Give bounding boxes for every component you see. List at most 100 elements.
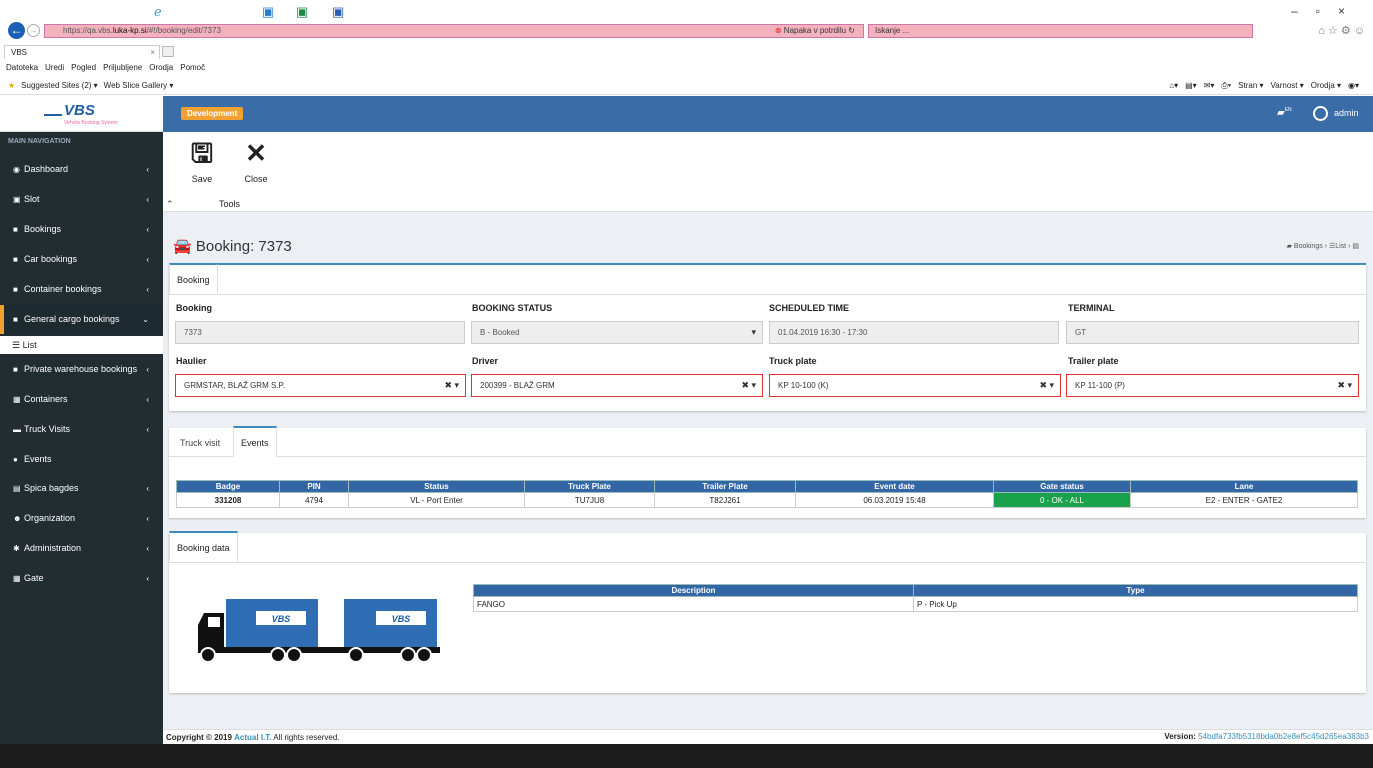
sidebar-item-containers[interactable]: ▦ Containers ‹ [0, 385, 163, 414]
forward-button[interactable]: → [27, 24, 40, 37]
menu-bar: Datoteka Uredi Pogled Priljubljene Orodja Pom… [0, 59, 1373, 77]
safety-menu[interactable]: Varnost ▾ [1271, 81, 1304, 90]
outlook-icon[interactable]: ▣ [262, 4, 274, 20]
feeds-icon[interactable]: ▤▾ [1185, 81, 1197, 90]
sidebar-item-private-warehouse-bookings[interactable]: ■ Private warehouse bookings ‹ [0, 355, 163, 384]
help-icon[interactable]: ◉▾ [1348, 81, 1359, 90]
menu-favorites[interactable]: Priljubljene [103, 63, 142, 72]
sidebar-item-events[interactable]: ● Events [0, 445, 163, 474]
word-icon[interactable]: ▣ [332, 4, 344, 20]
version-label: Version: [1164, 732, 1196, 741]
menu-help[interactable]: Pomoč [180, 63, 205, 72]
caret-down-icon: ▾ [751, 327, 756, 337]
menu-file[interactable]: Datoteka [6, 63, 38, 72]
sidebar-item-administration[interactable]: ✱ Administration ‹ [0, 534, 163, 563]
truck-plate-select[interactable]: KP 10-100 (K) ✖ ▾ [769, 374, 1061, 397]
windows-start-icon[interactable]: ⊞ [14, 4, 25, 20]
web-slice-gallery-link[interactable]: Web Slice Gallery ▾ [104, 81, 174, 90]
menu-view[interactable]: Pogled [71, 63, 96, 72]
sidebar-item-spica-bagdes[interactable]: ▤ Spica bagdes ‹ [0, 474, 163, 503]
tab-events[interactable]: Events [233, 426, 277, 457]
address-bar[interactable]: https://qa.vbs.luka-kp.si/#!/booking/edi… [44, 24, 864, 38]
sidebar-item-slot[interactable]: ▣ Slot ‹ [0, 185, 163, 214]
menu-edit[interactable]: Uredi [45, 63, 64, 72]
rights-text: All rights reserved. [273, 733, 340, 742]
page-menu[interactable]: Stran ▾ [1238, 81, 1263, 90]
column-header: Event date [795, 480, 994, 493]
clear-caret-icon[interactable]: ✖ ▾ [741, 375, 756, 396]
browser-home-star-gear-icons[interactable]: ⌂ ☆ ⚙ ☺ [1318, 24, 1365, 37]
sidebar-item-general-cargo-bookings[interactable]: ■ General cargo bookings ⌄ [0, 305, 163, 334]
table-row[interactable]: 331208 4794 VL - Port Enter TU7JU8 T82J2… [176, 492, 1358, 508]
excel-icon[interactable]: ▣ [296, 4, 308, 20]
taskbar-clock[interactable]: 12:59 16.04.2019 [1295, 2, 1335, 22]
back-button[interactable]: ← [8, 22, 25, 39]
sidebar-item-container-bookings[interactable]: ■ Container bookings ‹ [0, 275, 163, 304]
new-tab-button[interactable] [162, 46, 174, 57]
sidebar-subitem-list[interactable]: ☰ List [0, 336, 163, 354]
calculator-icon[interactable]: ▦ [224, 4, 236, 20]
file-explorer-icon[interactable]: ▇ [122, 4, 132, 20]
table-row[interactable]: FANGO P - Pick Up [473, 596, 1358, 612]
tools-menu[interactable]: Orodja ▾ [1311, 81, 1341, 90]
booking-status-select[interactable]: B - Booked ▾ [471, 321, 763, 344]
sidebar-item-car-bookings[interactable]: ■ Car bookings ‹ [0, 245, 163, 274]
clear-caret-icon[interactable]: ✖ ▾ [1039, 375, 1054, 396]
close-tab-icon[interactable]: × [150, 46, 155, 59]
sidebar-item-gate[interactable]: ▦ Gate ‹ [0, 564, 163, 593]
home-icon[interactable]: ⌂▾ [1169, 81, 1178, 90]
chevron-left-icon: ‹ [146, 395, 149, 404]
breadcrumb-bookings[interactable]: Bookings [1294, 243, 1323, 250]
app-logo[interactable]: VBS Vehicle Booking System [0, 96, 163, 132]
language-flag-icon[interactable]: ▰EN [1277, 107, 1292, 118]
sidebar-item-organization[interactable]: ☻ Organization ‹ [0, 504, 163, 533]
haulier-select[interactable]: GRMSTAR, BLAŽ GRM S.P. ✖ ▾ [175, 374, 466, 397]
user-menu[interactable]: admin [1313, 104, 1359, 122]
toolbar-group[interactable]: ⌃ Tools [163, 197, 1373, 212]
tab-booking-data[interactable]: Booking data [169, 531, 238, 562]
version-info: Version: 54bdfa733fb5318bda0b2e8ef5c45d2… [1164, 729, 1369, 744]
tab-truck-visit[interactable]: Truck visit [173, 428, 227, 459]
chevron-left-icon: ‹ [146, 225, 149, 234]
notifications-icon[interactable]: ▤ [1351, 4, 1363, 20]
suggested-sites-link[interactable]: Suggested Sites (2) ▾ [21, 81, 98, 90]
certificate-error[interactable]: ⊗ Napaka v potrdilu ↻ [775, 25, 855, 37]
clear-caret-icon[interactable]: ✖ ▾ [1337, 375, 1352, 396]
tab-booking[interactable]: Booking [169, 263, 218, 294]
print-icon[interactable]: ⎙▾ [1221, 81, 1231, 90]
chevron-up-icon[interactable]: ⌃ [166, 197, 174, 212]
clear-caret-icon[interactable]: ✖ ▾ [444, 375, 459, 396]
windows-taskbar [0, 744, 1373, 768]
system-tray-icons[interactable]: ᴿ ⌃ ▭ ◁× [1239, 5, 1283, 16]
edit-icon: ▤ [1352, 243, 1359, 250]
driver-select[interactable]: 200399 - BLAŽ GRM ✖ ▾ [471, 374, 763, 397]
browser-tab[interactable]: VBS × [4, 45, 160, 59]
users-icon: ☻ [13, 514, 22, 523]
mail-icon[interactable]: ✉▾ [1204, 81, 1215, 90]
save-button[interactable]: 🖫 Save [181, 138, 223, 184]
chevron-left-icon: ‹ [146, 165, 149, 174]
sidebar-item-bookings[interactable]: ■ Bookings ‹ [0, 215, 163, 244]
trailer-plate-select[interactable]: KP 11-100 (P) ✖ ▾ [1066, 374, 1359, 397]
task-view-icon[interactable]: ⧉ [84, 4, 93, 20]
truck-plate-label: Truck plate [769, 356, 817, 366]
calendar-check-icon: ▣ [13, 195, 21, 204]
breadcrumb-list[interactable]: List [1335, 243, 1346, 250]
cell-status: VL - Port Enter [348, 492, 525, 508]
sidebar-item-label: Car bookings [24, 254, 78, 264]
logo-subtitle: Vehicle Booking System [64, 120, 118, 126]
sidebar-item-truck-visits[interactable]: ▬ Truck Visits ‹ [0, 415, 163, 444]
internet-explorer-icon[interactable]: ℯ [154, 4, 162, 20]
search-icon[interactable]: ⚲ [50, 4, 60, 20]
folder-icon: ■ [13, 255, 18, 264]
menu-tools[interactable]: Orodja [149, 63, 173, 72]
app-icon[interactable]: ◆ [190, 4, 200, 20]
driver-value: 200399 - BLAŽ GRM [480, 381, 555, 390]
favorites-star-icon[interactable]: ★ [8, 81, 15, 90]
truck-logo-icon [44, 106, 62, 116]
company-link[interactable]: Actual I.T. [234, 733, 271, 742]
browser-search-box[interactable]: Iskanje ... [868, 24, 1253, 38]
sidebar-item-label: Administration [24, 543, 82, 553]
close-button[interactable]: ✕ Close [235, 138, 277, 184]
sidebar-item-dashboard[interactable]: ◉ Dashboard ‹ [0, 155, 163, 184]
